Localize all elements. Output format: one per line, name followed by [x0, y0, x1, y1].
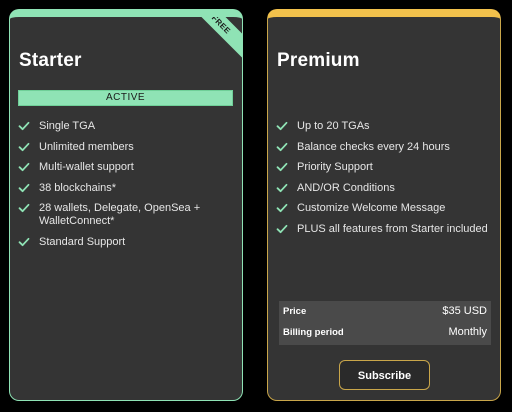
- price-label: Price: [283, 306, 307, 317]
- feature-text: Balance checks every 24 hours: [297, 140, 450, 153]
- feature-item: Up to 20 TGAs: [276, 120, 491, 133]
- check-icon: [276, 183, 288, 192]
- price-row: Price $35 USD: [283, 303, 487, 321]
- price-value: $35 USD: [442, 305, 487, 317]
- feature-text: Unlimited members: [39, 140, 134, 153]
- check-icon: [276, 121, 288, 131]
- feature-text: 38 blockchains*: [39, 181, 117, 194]
- feature-text: Standard Support: [39, 235, 126, 248]
- starter-plan-title: Starter: [19, 50, 82, 71]
- billing-period-value: Monthly: [448, 326, 487, 338]
- feature-item: AND/OR Conditions: [276, 182, 491, 195]
- feature-text: 28 wallets, Delegate, OpenSea + WalletCo…: [39, 202, 201, 227]
- check-icon: [276, 203, 288, 213]
- feature-item: 38 blockchains*: [18, 182, 233, 195]
- premium-plan-title: Premium: [277, 50, 360, 71]
- feature-text: Customize Welcome Message: [297, 202, 446, 214]
- feature-text: PLUS all features from Starter included: [297, 222, 488, 235]
- feature-text: Up to 20 TGAs: [297, 120, 370, 132]
- premium-feature-list: Up to 20 TGAs Balance checks every 24 ho…: [276, 120, 491, 243]
- check-icon: [276, 162, 288, 172]
- feature-item: Single TGA: [18, 120, 233, 133]
- active-badge: ACTIVE: [18, 90, 233, 106]
- feature-text: Single TGA: [39, 120, 96, 132]
- feature-item: Multi-wallet support: [18, 161, 233, 174]
- feature-text: Priority Support: [297, 161, 373, 173]
- check-icon: [18, 121, 30, 131]
- feature-item: Balance checks every 24 hours: [276, 141, 491, 154]
- feature-item: Standard Support: [18, 236, 233, 249]
- feature-item: PLUS all features from Starter included: [276, 223, 491, 236]
- feature-text: Multi-wallet support: [39, 161, 134, 173]
- pricing-page: FREE Starter ACTIVE Single TGA Unlimited…: [0, 0, 512, 412]
- billing-period-row: Billing period Monthly: [283, 324, 487, 342]
- feature-item: Unlimited members: [18, 141, 233, 154]
- free-ribbon-label: FREE: [193, 17, 242, 59]
- free-ribbon: FREE: [193, 17, 242, 59]
- billing-period-label: Billing period: [283, 327, 344, 338]
- check-icon: [18, 203, 30, 213]
- starter-feature-list: Single TGA Unlimited members Multi-walle…: [18, 120, 233, 256]
- feature-item: Priority Support: [276, 161, 491, 174]
- check-icon: [18, 142, 30, 151]
- check-icon: [276, 142, 288, 151]
- feature-item: Customize Welcome Message: [276, 202, 491, 215]
- feature-text: AND/OR Conditions: [297, 181, 395, 194]
- check-icon: [276, 224, 288, 233]
- starter-plan-card: FREE Starter ACTIVE Single TGA Unlimited…: [9, 9, 243, 401]
- subscribe-button[interactable]: Subscribe: [339, 360, 430, 390]
- check-icon: [18, 162, 30, 172]
- feature-item: 28 wallets, Delegate, OpenSea + WalletCo…: [18, 202, 233, 228]
- check-icon: [18, 237, 30, 246]
- premium-plan-card: Premium Up to 20 TGAs Balance checks eve…: [267, 9, 501, 401]
- check-icon: [18, 183, 30, 192]
- price-summary: Price $35 USD Billing period Monthly: [279, 301, 491, 345]
